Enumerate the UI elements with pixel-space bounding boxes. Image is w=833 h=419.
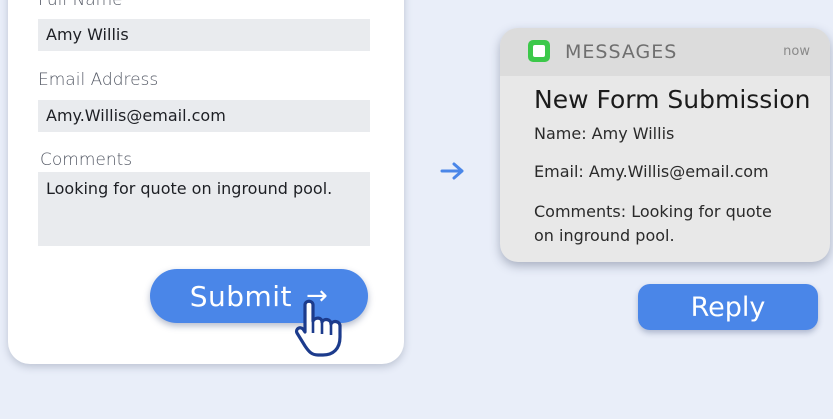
reply-button[interactable]: Reply [638,284,818,330]
messages-app-icon [528,40,550,62]
pointing-hand-icon [294,299,342,357]
notification-comments-line: Comments: Looking for quote [534,202,772,221]
reply-label: Reply [690,291,766,323]
notification-email-line: Email: Amy.Willis@email.com [534,162,769,181]
notification-header: MESSAGES now [500,28,830,76]
submit-label: Submit [189,279,293,313]
message-notification[interactable]: MESSAGES now New Form Submission Name: A… [500,28,830,262]
comments-field[interactable]: Looking for quote on inground pool. [38,172,370,246]
full-name-label: Full Name [38,0,123,10]
notification-title: New Form Submission [534,85,811,114]
notification-name-line: Name: Amy Willis [534,124,675,143]
arrow-right-icon [440,162,464,180]
notification-comments-line-2: on inground pool. [534,226,675,245]
notification-time: now [783,44,810,59]
full-name-field[interactable]: Amy Willis [38,19,370,51]
comments-label: Comments [40,150,133,170]
email-label: Email Address [38,70,159,90]
app-name: MESSAGES [565,41,678,63]
email-field[interactable]: Amy.Willis@email.com [38,100,370,132]
